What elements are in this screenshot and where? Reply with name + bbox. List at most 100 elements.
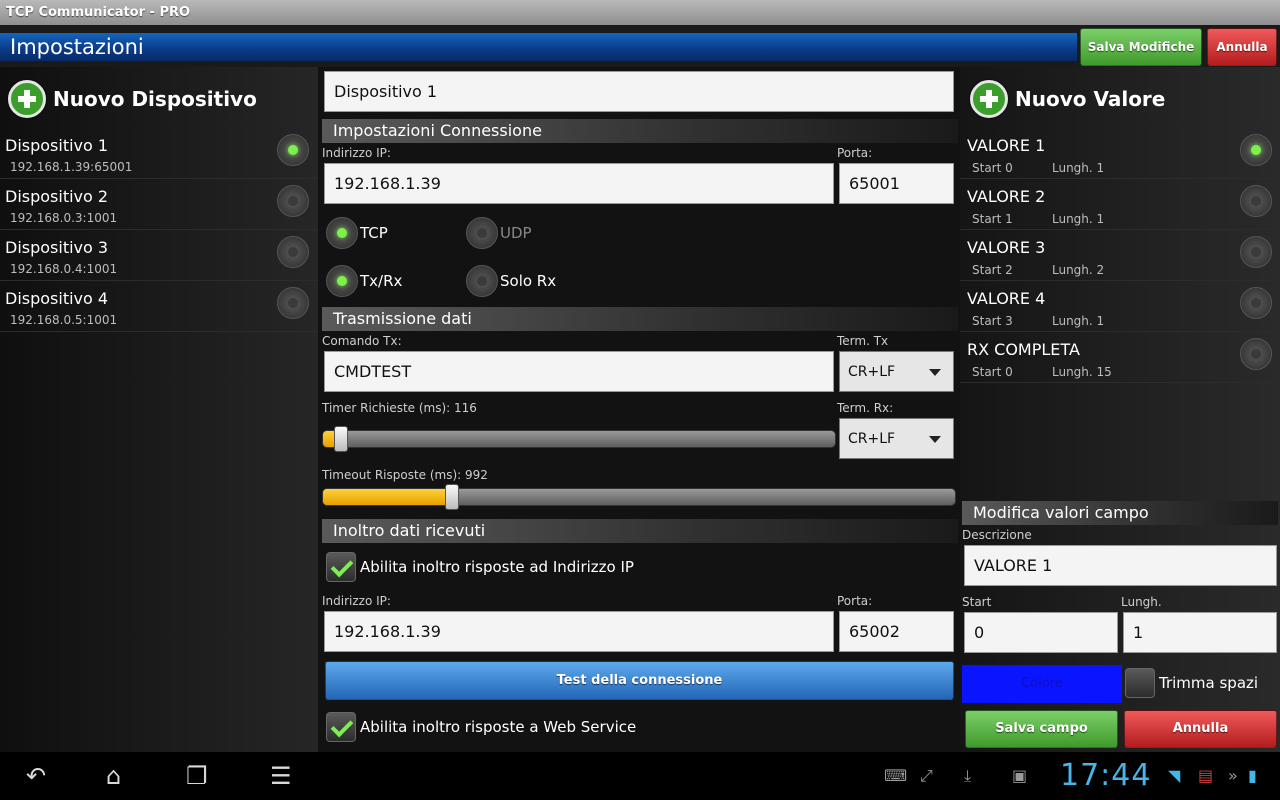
term-rx-select[interactable]: CR+LF	[839, 418, 954, 459]
menu-icon[interactable]: ☰	[270, 762, 292, 790]
enable-ip-forward-label: Abilita inoltro risposte ad Indirizzo IP	[360, 558, 634, 576]
new-device-button[interactable]: Nuovo Dispositivo	[8, 79, 257, 119]
timeout-slider-thumb[interactable]	[445, 484, 459, 510]
timeout-slider[interactable]	[322, 488, 956, 506]
recent-apps-icon[interactable]: ❐	[186, 762, 208, 790]
value-radio[interactable]	[1240, 134, 1272, 166]
device-item[interactable]: Dispositivo 1 192.168.1.39:65001	[0, 128, 318, 179]
download-icon: ⤓	[964, 766, 972, 785]
value-radio[interactable]	[1240, 185, 1272, 217]
battery-icon: ▮	[1248, 766, 1257, 785]
device-name: Dispositivo 4	[5, 289, 109, 308]
back-icon[interactable]: ↶	[26, 762, 46, 790]
value-item[interactable]: VALORE 2 Start 1 Lungh. 1	[960, 179, 1280, 230]
timer-slider-thumb[interactable]	[334, 426, 348, 452]
device-address: 192.168.0.4:1001	[10, 262, 118, 276]
start-input[interactable]: 0	[964, 612, 1118, 653]
device-name-input[interactable]: Dispositivo 1	[324, 71, 954, 112]
ip-input[interactable]: 192.168.1.39	[324, 163, 834, 204]
value-length: Lungh. 2	[1052, 263, 1105, 277]
device-item[interactable]: Dispositivo 4 192.168.0.5:1001	[0, 281, 318, 332]
device-address: 192.168.0.5:1001	[10, 313, 118, 327]
device-radio[interactable]	[277, 134, 309, 166]
txrx-radio-option[interactable]: Tx/Rx	[326, 265, 402, 297]
device-item[interactable]: Dispositivo 3 192.168.0.4:1001	[0, 230, 318, 281]
txrx-label: Tx/Rx	[360, 272, 403, 290]
cancel-field-button[interactable]: Annulla	[1124, 710, 1277, 748]
trim-spaces-checkbox[interactable]	[1125, 668, 1155, 698]
save-field-button[interactable]: Salva campo	[965, 710, 1118, 748]
forward-port-input[interactable]: 65002	[839, 611, 954, 652]
device-name: Dispositivo 1	[5, 136, 109, 155]
timer-label: Timer Richieste (ms): 116	[322, 401, 477, 415]
caret-down-icon	[929, 369, 941, 376]
tcp-radio-option[interactable]: TCP	[326, 217, 388, 249]
value-name: VALORE 4	[967, 289, 1046, 308]
wifi-icon: ◥	[1168, 766, 1181, 785]
header-bar: Impostazioni	[0, 33, 1077, 61]
home-icon[interactable]: ⌂	[106, 762, 121, 790]
device-address: 192.168.1.39:65001	[10, 160, 133, 174]
udp-radio[interactable]	[466, 217, 498, 249]
enable-ws-forward-option[interactable]: Abilita inoltro risposte a Web Service	[326, 712, 636, 742]
field-edit-section-title: Modifica valori campo	[962, 501, 1278, 525]
save-changes-button[interactable]: Salva Modifiche	[1080, 28, 1202, 66]
command-input[interactable]: CMDTEST	[324, 351, 834, 392]
plus-icon	[8, 80, 46, 118]
system-bar: ↶ ⌂ ❐ ☰ ⌨ ⤢ ⤓ ▣ 17:44 ◥ ▤ » ▮	[0, 752, 1280, 800]
command-label: Comando Tx:	[322, 334, 402, 348]
value-start: Start 0	[972, 365, 1013, 379]
new-device-label: Nuovo Dispositivo	[53, 87, 257, 111]
value-start: Start 0	[972, 161, 1013, 175]
value-item[interactable]: VALORE 3 Start 2 Lungh. 2	[960, 230, 1280, 281]
tcp-label: TCP	[360, 224, 388, 242]
value-item[interactable]: RX COMPLETA Start 0 Lungh. 15	[960, 332, 1280, 383]
color-picker[interactable]: Colore	[962, 665, 1122, 703]
tcp-radio[interactable]	[326, 217, 358, 249]
ip-label: Indirizzo IP:	[322, 146, 391, 160]
enable-ip-forward-checkbox[interactable]	[326, 552, 356, 582]
test-connection-button[interactable]: Test della connessione	[325, 661, 954, 700]
forward-port-label: Porta:	[837, 594, 873, 608]
forward-ip-input[interactable]: 192.168.1.39	[324, 611, 834, 652]
value-radio[interactable]	[1240, 338, 1272, 370]
new-value-button[interactable]: Nuovo Valore	[970, 79, 1165, 119]
device-radio[interactable]	[277, 287, 309, 319]
device-radio[interactable]	[277, 236, 309, 268]
rx-only-radio-option[interactable]: Solo Rx	[466, 265, 556, 297]
device-item[interactable]: Dispositivo 2 192.168.0.3:1001	[0, 179, 318, 230]
port-label: Porta:	[837, 146, 873, 160]
timer-slider[interactable]	[322, 430, 836, 448]
value-radio[interactable]	[1240, 236, 1272, 268]
term-tx-label: Term. Tx	[837, 334, 889, 348]
settings-panel: Dispositivo 1 Impostazioni Connessione I…	[320, 67, 960, 752]
gallery-icon: ▣	[1012, 766, 1028, 785]
value-name: VALORE 1	[967, 136, 1046, 155]
udp-radio-option[interactable]: UDP	[466, 217, 532, 249]
port-input[interactable]: 65001	[839, 163, 954, 204]
length-label: Lungh.	[1121, 595, 1162, 609]
timeout-label: Timeout Risposte (ms): 992	[322, 468, 488, 482]
transmission-section-title: Trasmissione dati	[322, 307, 958, 331]
rx-only-label: Solo Rx	[500, 272, 557, 290]
rx-only-radio[interactable]	[466, 265, 498, 297]
length-input[interactable]: 1	[1123, 612, 1277, 653]
txrx-radio[interactable]	[326, 265, 358, 297]
term-tx-select[interactable]: CR+LF	[839, 351, 954, 392]
enable-ip-forward-option[interactable]: Abilita inoltro risposte ad Indirizzo IP	[326, 552, 634, 582]
device-address: 192.168.0.3:1001	[10, 211, 118, 225]
plus-icon	[970, 80, 1008, 118]
value-radio[interactable]	[1240, 287, 1272, 319]
device-radio[interactable]	[277, 185, 309, 217]
enable-ws-forward-checkbox[interactable]	[326, 712, 356, 742]
cancel-button[interactable]: Annulla	[1207, 28, 1277, 66]
value-length: Lungh. 1	[1052, 212, 1105, 226]
value-start: Start 1	[972, 212, 1013, 226]
trim-spaces-option[interactable]: Trimma spazi	[1125, 668, 1258, 698]
value-item[interactable]: VALORE 1 Start 0 Lungh. 1	[960, 128, 1280, 179]
value-item[interactable]: VALORE 4 Start 3 Lungh. 1	[960, 281, 1280, 332]
forward-section-title: Inoltro dati ricevuti	[322, 519, 958, 543]
description-label: Descrizione	[962, 528, 1032, 542]
description-input[interactable]: VALORE 1	[964, 545, 1277, 586]
value-start: Start 2	[972, 263, 1013, 277]
